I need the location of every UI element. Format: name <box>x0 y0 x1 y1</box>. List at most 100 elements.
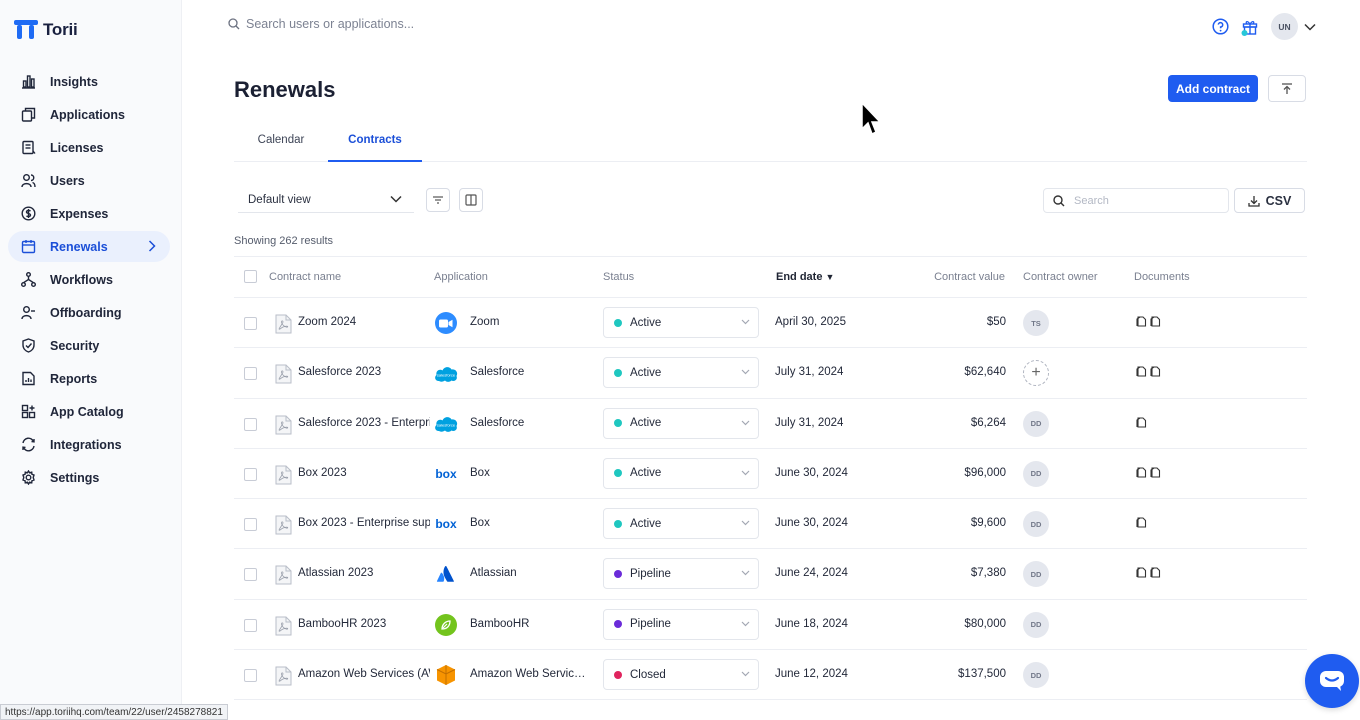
tab-calendar[interactable]: Calendar <box>234 126 328 162</box>
filter-button[interactable] <box>426 188 450 212</box>
status-select[interactable]: Active <box>603 357 759 389</box>
row-checkbox[interactable] <box>244 568 257 582</box>
table-row[interactable]: Zoom 2024 Zoom Active April 30, 2025 $50… <box>234 298 1307 349</box>
column-contract-value[interactable]: Contract value <box>934 271 1005 283</box>
contract-name[interactable]: Zoom 2024 <box>298 316 430 328</box>
sidebar-item-expenses[interactable]: Expenses <box>8 198 170 229</box>
document-icon[interactable] <box>1136 366 1147 380</box>
table-row[interactable]: Box 2023 - Enterprise support box Box Ac… <box>234 499 1307 550</box>
export-button[interactable] <box>1268 75 1306 102</box>
sidebar-item-renewals[interactable]: Renewals <box>8 231 170 262</box>
table-row[interactable]: Amazon Web Services (AWS) Amazon Web Ser… <box>234 650 1307 701</box>
owner-avatar[interactable]: DD <box>1023 561 1049 588</box>
status-select[interactable]: Active <box>603 508 759 540</box>
document-icon[interactable] <box>1136 567 1147 581</box>
status-select[interactable]: Active <box>603 407 759 439</box>
global-search-input[interactable] <box>246 17 486 31</box>
columns-button[interactable] <box>459 188 483 212</box>
application-name[interactable]: Atlassian <box>470 567 588 579</box>
table-search[interactable] <box>1043 188 1229 213</box>
table-row[interactable]: Salesforce 2023 - Enterprise salesforce … <box>234 399 1307 449</box>
row-checkbox[interactable] <box>244 317 257 330</box>
table-row[interactable]: Salesforce 2023 salesforce Salesforce Ac… <box>234 348 1307 399</box>
user-avatar[interactable]: UN <box>1271 13 1298 40</box>
table-row[interactable]: BambooHR 2023 BambooHR Pipeline June 18,… <box>234 600 1307 651</box>
application-name[interactable]: Salesforce <box>470 417 588 429</box>
contract-name[interactable]: Atlassian 2023 <box>298 567 430 579</box>
help-icon[interactable] <box>1212 18 1229 35</box>
view-select[interactable]: Default view <box>238 187 414 213</box>
tab-contracts[interactable]: Contracts <box>328 126 422 162</box>
sidebar-item-licenses[interactable]: Licenses <box>8 132 170 163</box>
row-checkbox[interactable] <box>244 417 257 431</box>
document-icon[interactable] <box>1136 417 1147 431</box>
status-select[interactable]: Pipeline <box>603 608 759 640</box>
table-row[interactable]: Box 2023 box Box Active June 30, 2024 $9… <box>234 449 1307 500</box>
row-checkbox[interactable] <box>244 669 257 683</box>
sidebar-item-users[interactable]: Users <box>8 165 170 196</box>
row-checkbox[interactable] <box>244 518 257 532</box>
table-row[interactable]: Atlassian 2023 Atlassian Pipeline June 2… <box>234 549 1307 600</box>
add-contract-button[interactable]: Add contract <box>1168 75 1258 102</box>
global-search[interactable] <box>228 17 486 31</box>
status-select[interactable]: Active <box>603 307 759 338</box>
owner-avatar[interactable]: DD <box>1023 662 1049 689</box>
document-icon[interactable] <box>1150 366 1161 380</box>
contract-name[interactable]: Salesforce 2023 <box>298 366 430 378</box>
application-name[interactable]: Amazon Web Services (AWS) <box>470 668 588 680</box>
column-contract-name[interactable]: Contract name <box>269 271 341 283</box>
csv-download-button[interactable]: CSV <box>1234 188 1305 213</box>
table-search-input[interactable] <box>1074 194 1214 207</box>
sidebar-item-integrations[interactable]: Integrations <box>8 429 170 460</box>
application-name[interactable]: Zoom <box>470 316 588 328</box>
sidebar-item-workflows[interactable]: Workflows <box>8 264 170 295</box>
document-icon[interactable] <box>1136 467 1147 481</box>
status-select[interactable]: Closed <box>603 659 759 691</box>
document-icon[interactable] <box>1150 467 1161 481</box>
column-status[interactable]: Status <box>603 271 634 283</box>
contract-name[interactable]: Amazon Web Services (AWS) <box>298 668 430 680</box>
row-checkbox[interactable] <box>244 467 257 481</box>
sidebar-item-offboarding[interactable]: Offboarding <box>8 297 170 328</box>
status-select[interactable]: Pipeline <box>603 558 759 590</box>
column-documents[interactable]: Documents <box>1134 271 1190 283</box>
torii-logo[interactable]: Torii <box>14 20 78 40</box>
application-name[interactable]: Box <box>470 467 588 479</box>
owner-avatar[interactable]: DD <box>1023 511 1049 538</box>
application-name[interactable]: Box <box>470 517 588 529</box>
chevron-down-icon[interactable] <box>1304 23 1316 31</box>
document-icon[interactable] <box>1136 517 1147 531</box>
document-icon[interactable] <box>1150 316 1161 330</box>
chat-button[interactable] <box>1305 654 1359 708</box>
chevron-down-icon <box>741 671 750 677</box>
sidebar-item-settings[interactable]: Settings <box>8 462 170 493</box>
gift-icon[interactable] <box>1241 18 1259 36</box>
sidebar-item-app-catalog[interactable]: App Catalog <box>8 396 170 427</box>
owner-avatar[interactable]: DD <box>1023 611 1049 638</box>
sidebar-item-applications[interactable]: Applications <box>8 99 170 130</box>
row-checkbox[interactable] <box>244 618 257 632</box>
sidebar-item-insights[interactable]: Insights <box>8 66 170 97</box>
contract-name[interactable]: Salesforce 2023 - Enterprise <box>298 417 430 429</box>
contract-name[interactable]: Box 2023 - Enterprise support <box>298 517 430 529</box>
owner-avatar[interactable]: TS <box>1023 310 1049 336</box>
sidebar-item-security[interactable]: Security <box>8 330 170 361</box>
contract-file-icon <box>275 515 292 538</box>
column-contract-owner[interactable]: Contract owner <box>1023 271 1098 283</box>
document-icon[interactable] <box>1136 316 1147 330</box>
owner-avatar[interactable]: DD <box>1023 410 1049 437</box>
owner-avatar[interactable]: DD <box>1023 460 1049 487</box>
column-end-date[interactable]: End date ▼ <box>776 271 834 283</box>
document-icon[interactable] <box>1150 567 1161 581</box>
select-all-checkbox[interactable] <box>244 270 257 283</box>
status-select[interactable]: Active <box>603 457 759 489</box>
contract-file-icon <box>275 666 292 689</box>
contract-name[interactable]: Box 2023 <box>298 467 430 479</box>
add-owner-button[interactable]: + <box>1023 360 1049 387</box>
contract-name[interactable]: BambooHR 2023 <box>298 618 430 630</box>
application-name[interactable]: Salesforce <box>470 366 588 378</box>
row-checkbox[interactable] <box>244 367 257 381</box>
column-application[interactable]: Application <box>434 271 488 283</box>
sidebar-item-reports[interactable]: Reports <box>8 363 170 394</box>
application-name[interactable]: BambooHR <box>470 618 588 630</box>
